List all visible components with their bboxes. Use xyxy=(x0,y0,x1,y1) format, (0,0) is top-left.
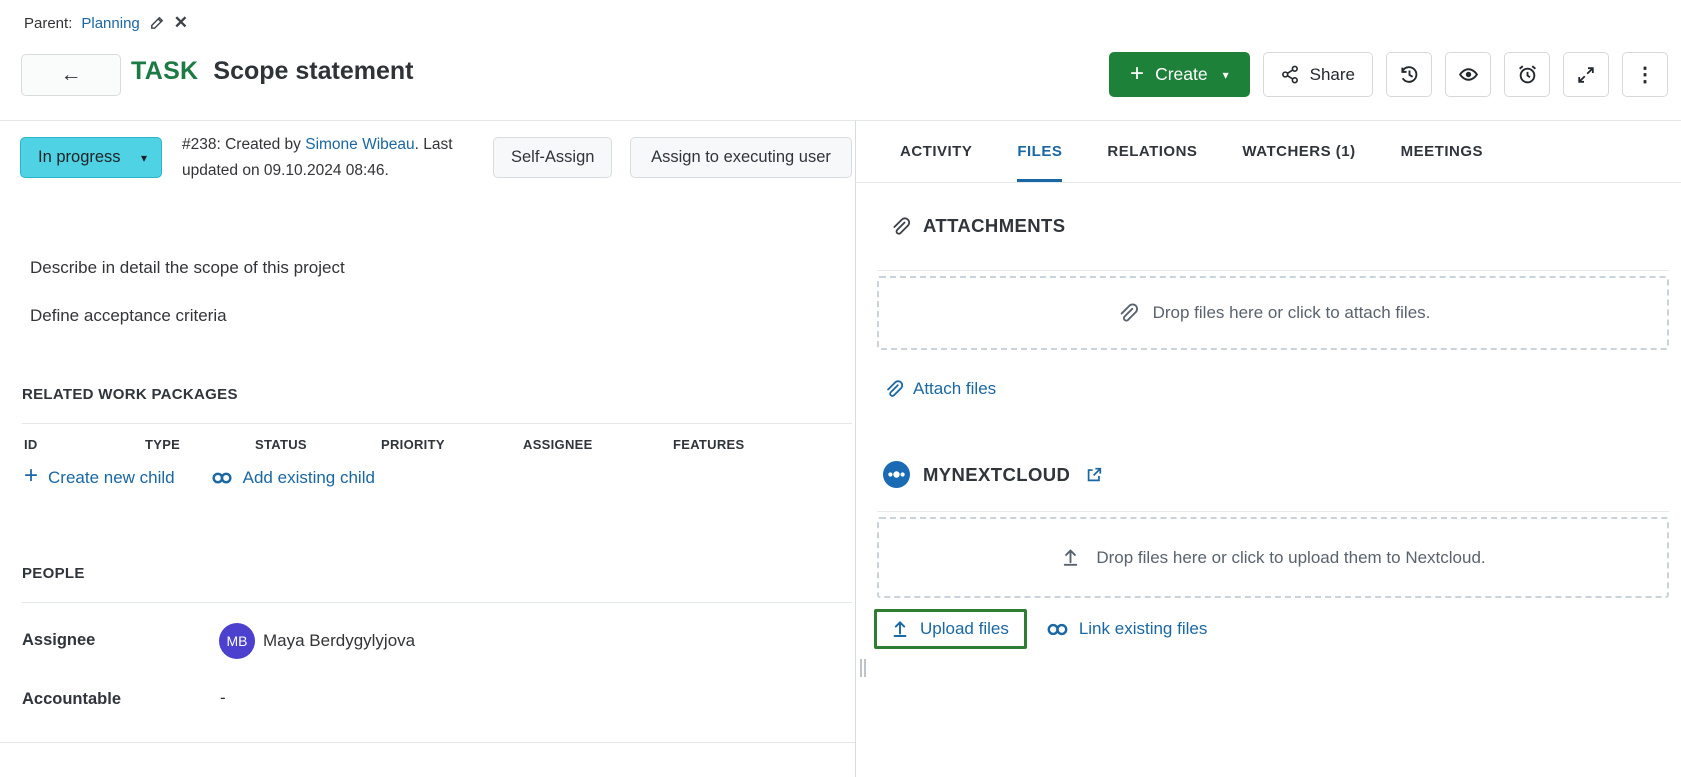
accountable-value[interactable]: - xyxy=(220,688,226,708)
column-header-priority: PRIORITY xyxy=(381,437,445,452)
tab-relations[interactable]: RELATIONS xyxy=(1107,121,1197,182)
plus-icon: + xyxy=(1130,62,1144,86)
expand-icon xyxy=(1576,65,1596,85)
chevron-down-icon: ▾ xyxy=(1223,68,1229,82)
tabs-panel: ACTIVITY FILES RELATIONS WATCHERS (1) ME… xyxy=(856,121,1681,777)
watch-button[interactable] xyxy=(1445,52,1491,97)
baseline-history-button[interactable] xyxy=(1386,52,1432,97)
divider xyxy=(22,602,852,603)
back-arrow-icon: ← xyxy=(61,63,82,87)
description-line[interactable]: Describe in detail the scope of this pro… xyxy=(30,258,345,278)
close-parent-icon[interactable]: ✕ xyxy=(174,13,188,33)
panel-resize-handle[interactable] xyxy=(860,659,866,677)
paperclip-icon xyxy=(883,379,903,399)
share-icon xyxy=(1281,65,1300,84)
work-package-type[interactable]: TASK xyxy=(131,57,198,86)
column-header-type: TYPE xyxy=(145,437,180,452)
status-label: In progress xyxy=(38,148,121,167)
external-link-icon[interactable] xyxy=(1085,466,1103,484)
assign-executing-user-button[interactable]: Assign to executing user xyxy=(630,137,852,178)
fullscreen-button[interactable] xyxy=(1563,52,1609,97)
work-package-subject[interactable]: Scope statement xyxy=(213,57,413,86)
link-existing-files-link[interactable]: Link existing files xyxy=(1046,619,1208,639)
creation-meta: #238: Created by Simone Wibeau. Last upd… xyxy=(182,132,474,184)
related-work-packages-heading: RELATED WORK PACKAGES xyxy=(22,386,238,403)
self-assign-button[interactable]: Self-Assign xyxy=(493,137,612,178)
tab-activity[interactable]: ACTIVITY xyxy=(900,121,972,182)
parent-link[interactable]: Planning xyxy=(81,15,139,32)
attach-files-link[interactable]: Attach files xyxy=(883,379,996,399)
upload-files-link[interactable]: Upload files xyxy=(874,609,1027,649)
accountable-label: Accountable xyxy=(22,690,121,709)
nextcloud-storage-heading: MYNEXTCLOUD xyxy=(883,461,1103,488)
description-line[interactable]: Define acceptance criteria xyxy=(30,306,227,326)
tab-meetings[interactable]: MEETINGS xyxy=(1401,121,1483,182)
dropzone-text: Drop files here or click to upload them … xyxy=(1096,548,1485,568)
column-header-id: ID xyxy=(24,437,38,452)
work-package-header: Parent: Planning ✕ ← TASK Scope statemen… xyxy=(0,0,1681,121)
divider xyxy=(0,742,855,743)
kebab-icon: ⋮ xyxy=(1635,62,1655,87)
plus-icon: + xyxy=(24,464,38,488)
nextcloud-dropzone[interactable]: Drop files here or click to upload them … xyxy=(877,517,1669,598)
link-chain-icon xyxy=(1046,621,1069,638)
create-button[interactable]: + Create ▾ xyxy=(1109,52,1250,97)
add-existing-child-link[interactable]: Add existing child xyxy=(211,468,375,488)
divider xyxy=(877,511,1669,512)
page-title: TASK Scope statement xyxy=(131,57,413,86)
child-actions: + Create new child Add existing child xyxy=(24,467,375,488)
avatar: MB xyxy=(219,623,255,659)
column-header-status: STATUS xyxy=(255,437,307,452)
more-menu-button[interactable]: ⋮ xyxy=(1622,52,1668,97)
attachments-heading: ATTACHMENTS xyxy=(889,215,1065,237)
alarm-clock-icon xyxy=(1517,64,1538,85)
details-panel: In progress ▾ #238: Created by Simone Wi… xyxy=(0,121,856,777)
tab-files[interactable]: FILES xyxy=(1017,121,1062,182)
edit-parent-icon[interactable] xyxy=(149,15,165,31)
dropzone-text: Drop files here or click to attach files… xyxy=(1153,303,1431,323)
upload-icon xyxy=(890,619,910,639)
column-header-assignee: ASSIGNEE xyxy=(523,437,593,452)
nextcloud-logo-icon xyxy=(883,461,910,488)
paperclip-icon xyxy=(889,216,910,237)
attachments-dropzone[interactable]: Drop files here or click to attach files… xyxy=(877,276,1669,350)
paperclip-icon xyxy=(1116,302,1138,324)
assignee-label: Assignee xyxy=(22,631,95,650)
tab-bar: ACTIVITY FILES RELATIONS WATCHERS (1) ME… xyxy=(856,121,1681,183)
column-header-features: FEATURES xyxy=(673,437,745,452)
share-button[interactable]: Share xyxy=(1263,52,1373,97)
back-button[interactable]: ← xyxy=(21,54,121,96)
status-dropdown[interactable]: In progress ▾ xyxy=(20,137,162,178)
nextcloud-actions: Upload files Link existing files xyxy=(874,609,1207,649)
eye-icon xyxy=(1458,64,1479,85)
parent-label: Parent: xyxy=(24,15,72,32)
tab-watchers[interactable]: WATCHERS (1) xyxy=(1242,121,1355,182)
assignee-value[interactable]: Maya Berdygylyjova xyxy=(263,631,415,651)
reminder-button[interactable] xyxy=(1504,52,1550,97)
create-new-child-link[interactable]: + Create new child xyxy=(24,467,175,488)
author-link[interactable]: Simone Wibeau xyxy=(305,136,414,153)
divider xyxy=(22,423,852,424)
chevron-down-icon: ▾ xyxy=(141,151,147,165)
work-package-body: In progress ▾ #238: Created by Simone Wi… xyxy=(0,121,1681,777)
divider xyxy=(877,270,1669,271)
history-icon xyxy=(1399,64,1420,85)
header-actions: + Create ▾ Share xyxy=(1109,52,1668,97)
upload-icon xyxy=(1060,547,1081,568)
link-chain-icon xyxy=(211,470,233,486)
breadcrumb: Parent: Planning ✕ xyxy=(24,13,188,33)
people-heading: PEOPLE xyxy=(22,565,85,582)
